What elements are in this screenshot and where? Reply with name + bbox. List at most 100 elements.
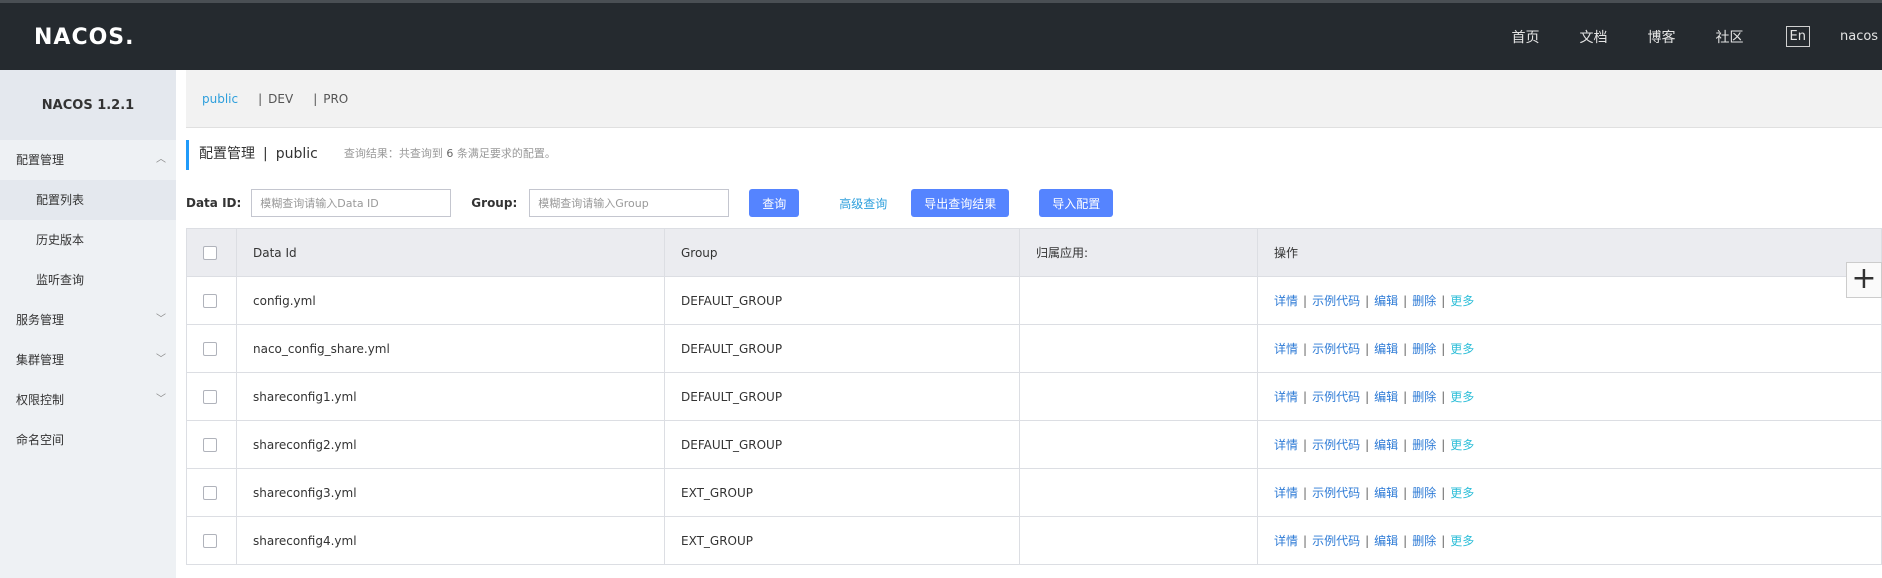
sidebar-item-config-management[interactable]: 配置管理 ︿ — [0, 140, 176, 180]
sidebar-item-label: 监听查询 — [36, 273, 85, 287]
cell-app — [1019, 372, 1258, 421]
sidebar-item-label: 服务管理 — [16, 313, 65, 327]
row-checkbox[interactable] — [203, 437, 217, 452]
sidebar-item-permission-control[interactable]: 权限控制 ﹀ — [0, 380, 176, 420]
sample-code-link[interactable]: 示例代码 — [1312, 534, 1360, 548]
delete-link[interactable]: 删除 — [1412, 342, 1436, 356]
namespace-separator: | — [313, 91, 318, 106]
more-link[interactable]: 更多 — [1450, 534, 1474, 548]
action-separator: | — [1365, 294, 1370, 308]
cell-app — [1019, 420, 1258, 469]
row-checkbox[interactable] — [203, 293, 217, 308]
table-row: config.yml DEFAULT_GROUP 详情 | 示例代码 | 编辑 | 删除 | 更多 — [186, 276, 1882, 325]
page-title-row: 配置管理 | public 查询结果：共查询到 6 条满足要求的配置。 — [186, 128, 1882, 178]
cell-group: EXT_GROUP — [664, 468, 1020, 517]
cell-data-id: naco_config_share.yml — [236, 324, 665, 373]
more-link[interactable]: 更多 — [1450, 486, 1474, 500]
sample-code-link[interactable]: 示例代码 — [1312, 390, 1360, 404]
user-name[interactable]: nacos — [1840, 29, 1882, 44]
more-link[interactable]: 更多 — [1450, 390, 1474, 404]
action-separator: | — [1403, 438, 1408, 452]
sidebar: NACOS 1.2.1 配置管理 ︿ 配置列表 历史版本 监听查询 服务管理 ﹀… — [0, 70, 176, 578]
table-row: naco_config_share.yml DEFAULT_GROUP 详情 | 示例代… — [186, 324, 1882, 373]
edit-link[interactable]: 编辑 — [1374, 438, 1398, 452]
config-table: Data Id Group 归属应用: 操作 config.yml DEFAULT… — [186, 228, 1882, 565]
detail-link[interactable]: 详情 — [1274, 294, 1298, 308]
table-row: shareconfig2.yml DEFAULT_GROUP 详情 | 示例代码 | 编辑 |… — [186, 420, 1882, 469]
language-toggle[interactable]: En — [1785, 26, 1810, 47]
sidebar-item-label: 配置管理 — [16, 153, 65, 167]
row-select-cell — [186, 420, 237, 469]
title-separator: | — [263, 146, 268, 162]
nav-community[interactable]: 社区 — [1696, 27, 1764, 47]
namespace-pro[interactable]: PRO — [323, 92, 348, 106]
sidebar-item-config-list[interactable]: 配置列表 — [0, 180, 176, 220]
more-link[interactable]: 更多 — [1450, 294, 1474, 308]
sample-code-link[interactable]: 示例代码 — [1312, 294, 1360, 308]
more-link[interactable]: 更多 — [1450, 342, 1474, 356]
row-checkbox[interactable] — [203, 389, 217, 404]
namespace-bar: public | DEV | PRO — [186, 70, 1882, 128]
select-all-cell — [186, 228, 237, 277]
row-checkbox[interactable] — [203, 485, 217, 500]
detail-link[interactable]: 详情 — [1274, 486, 1298, 500]
advanced-query-link[interactable]: 高级查询 — [839, 195, 887, 212]
sidebar-item-listener-query[interactable]: 监听查询 — [0, 260, 176, 300]
edit-link[interactable]: 编辑 — [1374, 486, 1398, 500]
cell-data-id: shareconfig4.yml — [236, 516, 665, 565]
detail-link[interactable]: 详情 — [1274, 438, 1298, 452]
sidebar-item-service-management[interactable]: 服务管理 ﹀ — [0, 300, 176, 340]
sample-code-link[interactable]: 示例代码 — [1312, 438, 1360, 452]
chevron-down-icon: ﹀ — [156, 314, 166, 325]
add-config-button[interactable]: + — [1846, 262, 1882, 298]
delete-link[interactable]: 删除 — [1412, 486, 1436, 500]
cell-group: DEFAULT_GROUP — [664, 276, 1020, 325]
namespace-public[interactable]: public — [202, 92, 238, 106]
delete-link[interactable]: 删除 — [1412, 294, 1436, 308]
edit-link[interactable]: 编辑 — [1374, 294, 1398, 308]
sample-code-link[interactable]: 示例代码 — [1312, 486, 1360, 500]
row-select-cell — [186, 372, 237, 421]
data-id-label: Data ID: — [186, 196, 242, 210]
nav-docs[interactable]: 文档 — [1560, 27, 1628, 47]
action-separator: | — [1441, 294, 1446, 308]
column-header-app: 归属应用: — [1019, 228, 1258, 277]
sidebar-item-namespace[interactable]: 命名空间 — [0, 420, 176, 460]
detail-link[interactable]: 详情 — [1274, 342, 1298, 356]
cell-group: EXT_GROUP — [664, 516, 1020, 565]
cell-group: DEFAULT_GROUP — [664, 324, 1020, 373]
query-result-summary: 查询结果：共查询到 6 条满足要求的配置。 — [344, 145, 556, 161]
detail-link[interactable]: 详情 — [1274, 390, 1298, 404]
edit-link[interactable]: 编辑 — [1374, 534, 1398, 548]
row-checkbox[interactable] — [203, 533, 217, 548]
delete-link[interactable]: 删除 — [1412, 390, 1436, 404]
action-separator: | — [1403, 534, 1408, 548]
delete-link[interactable]: 删除 — [1412, 534, 1436, 548]
query-result-suffix: 条满足要求的配置。 — [456, 147, 556, 160]
edit-link[interactable]: 编辑 — [1374, 390, 1398, 404]
select-all-checkbox[interactable] — [203, 245, 217, 260]
detail-link[interactable]: 详情 — [1274, 534, 1298, 548]
nav-home[interactable]: 首页 — [1492, 27, 1560, 47]
sidebar-item-history[interactable]: 历史版本 — [0, 220, 176, 260]
action-separator: | — [1303, 342, 1308, 356]
delete-link[interactable]: 删除 — [1412, 438, 1436, 452]
action-separator: | — [1403, 342, 1408, 356]
nacos-logo[interactable]: NACOS. — [34, 25, 135, 50]
row-checkbox[interactable] — [203, 341, 217, 356]
query-result-count: 6 — [446, 147, 454, 160]
import-config-button[interactable]: 导入配置 — [1039, 189, 1114, 217]
cell-data-id: shareconfig3.yml — [236, 468, 665, 517]
export-results-button[interactable]: 导出查询结果 — [911, 189, 1010, 217]
table-row: shareconfig3.yml EXT_GROUP 详情 | 示例代码 | 编辑 | 删除 | 更… — [186, 468, 1882, 517]
more-link[interactable]: 更多 — [1450, 438, 1474, 452]
chevron-down-icon: ﹀ — [156, 354, 166, 365]
sidebar-item-cluster-management[interactable]: 集群管理 ﹀ — [0, 340, 176, 380]
data-id-input[interactable] — [251, 189, 452, 217]
group-input[interactable] — [529, 189, 730, 217]
query-button[interactable]: 查询 — [749, 189, 800, 217]
namespace-dev[interactable]: DEV — [268, 92, 293, 106]
sample-code-link[interactable]: 示例代码 — [1312, 342, 1360, 356]
nav-blog[interactable]: 博客 — [1628, 27, 1696, 47]
edit-link[interactable]: 编辑 — [1374, 342, 1398, 356]
